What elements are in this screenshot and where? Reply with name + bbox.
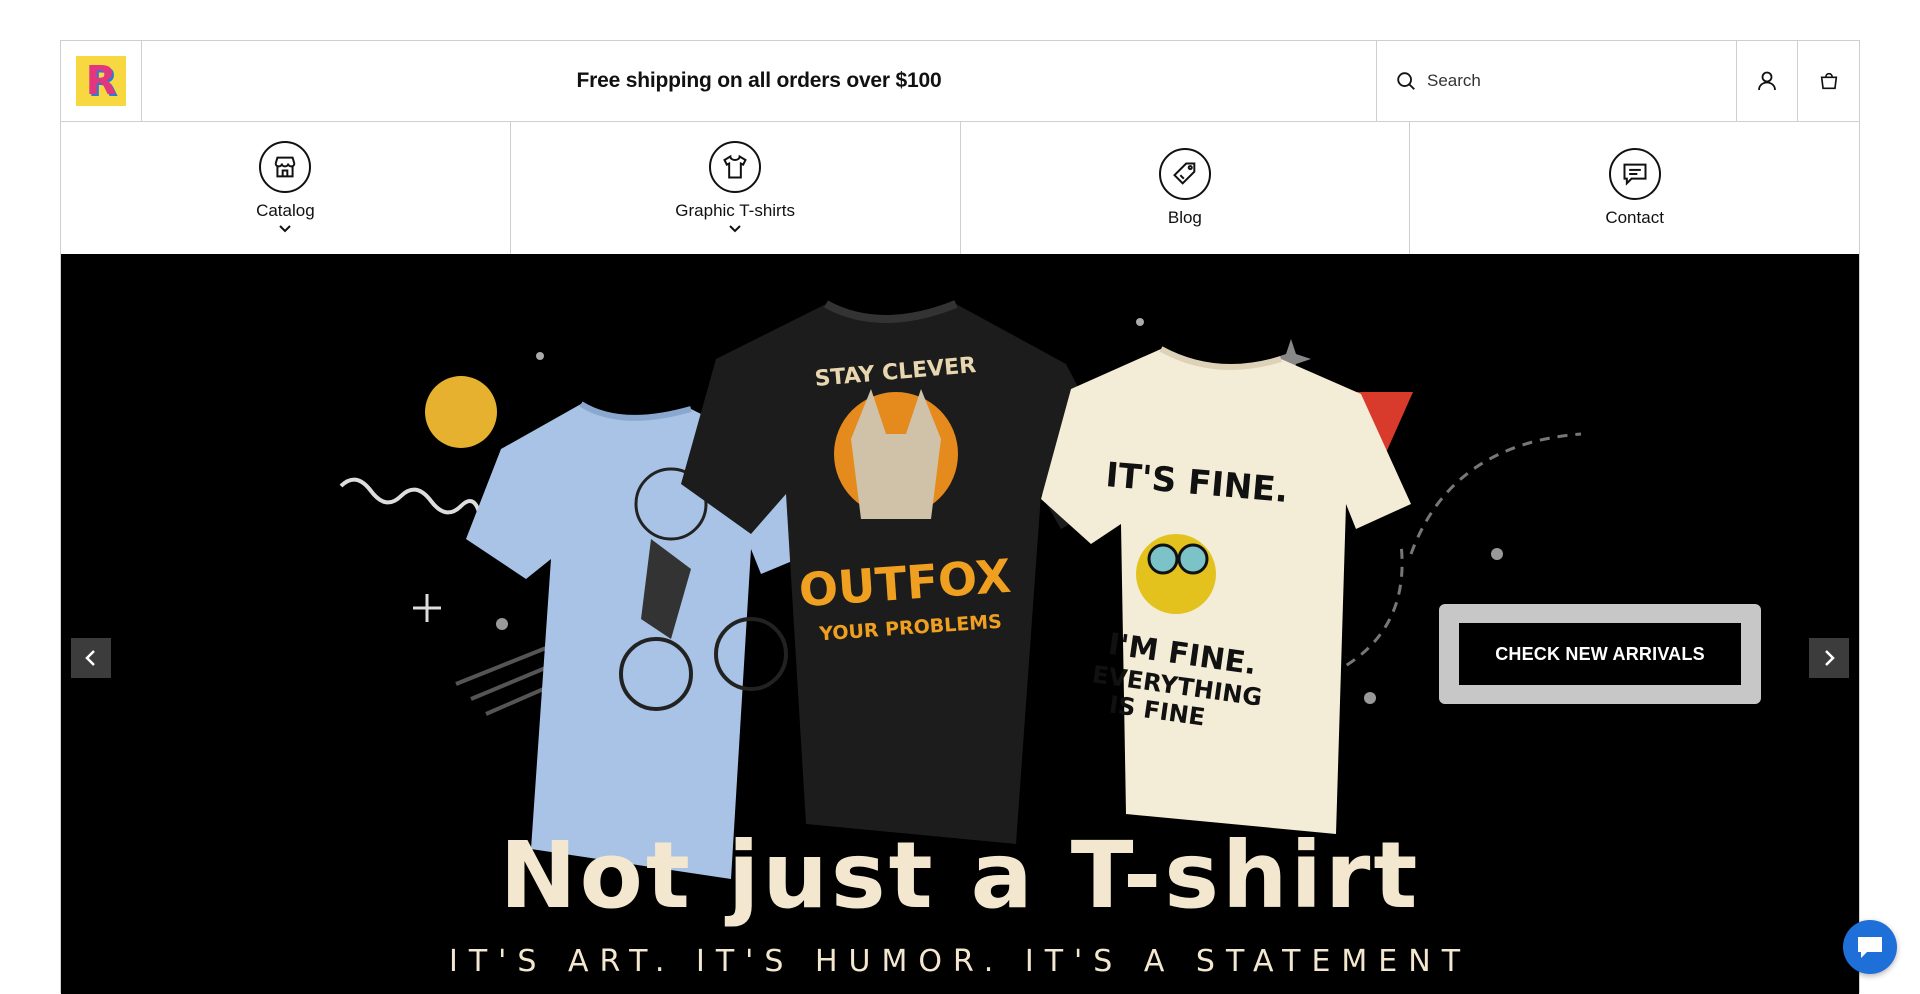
slider-next-button[interactable] bbox=[1809, 638, 1849, 678]
nav-item-contact[interactable]: Contact bbox=[1410, 122, 1859, 254]
nav-label-blog: Blog bbox=[1167, 208, 1202, 227]
nav-label-catalog: Catalog bbox=[256, 201, 315, 220]
chevron-down-icon bbox=[729, 225, 741, 233]
tag-icon bbox=[1158, 148, 1211, 200]
nav-item-catalog[interactable]: Catalog bbox=[61, 122, 511, 254]
cta-container: CHECK NEW ARRIVALS bbox=[1439, 604, 1761, 704]
hero-headline: Not just a T-shirt bbox=[499, 822, 1421, 929]
logo-link[interactable]: R bbox=[61, 41, 142, 121]
promo-banner: Free shipping on all orders over $100 bbox=[142, 41, 1377, 121]
chat-bubble-icon bbox=[1608, 148, 1661, 200]
hero-slider: STAY CLEVER OUTFOX YOUR PROBLEMS IT'S FI… bbox=[61, 254, 1859, 994]
search-placeholder: Search bbox=[1427, 71, 1481, 90]
storefront-icon bbox=[259, 141, 312, 193]
search-icon bbox=[1397, 72, 1415, 90]
search-field[interactable]: Search bbox=[1377, 41, 1737, 121]
shopping-bag-icon bbox=[1820, 72, 1837, 90]
category-nav: Catalog Graphic T-shirts Blog Contact bbox=[61, 122, 1859, 254]
nav-label-contact: Contact bbox=[1605, 208, 1664, 227]
chat-widget-button[interactable] bbox=[1843, 920, 1897, 974]
nav-label-graphic-tshirts: Graphic T-shirts bbox=[675, 201, 795, 220]
tshirt-icon bbox=[709, 141, 762, 193]
page-frame: R Free shipping on all orders over $100 … bbox=[60, 40, 1860, 994]
store-logo: R bbox=[76, 56, 126, 106]
check-new-arrivals-button[interactable]: CHECK NEW ARRIVALS bbox=[1459, 623, 1741, 685]
cart-button[interactable] bbox=[1798, 41, 1859, 121]
nav-item-blog[interactable]: Blog bbox=[961, 122, 1411, 254]
slider-prev-button[interactable] bbox=[71, 638, 111, 678]
account-button[interactable] bbox=[1737, 41, 1798, 121]
user-icon bbox=[1758, 71, 1776, 91]
chevron-left-icon bbox=[85, 650, 95, 666]
chat-icon bbox=[1858, 937, 1882, 958]
chevron-right-icon bbox=[1825, 650, 1835, 666]
header-bar: R Free shipping on all orders over $100 … bbox=[61, 41, 1859, 122]
nav-item-graphic-tshirts[interactable]: Graphic T-shirts bbox=[511, 122, 961, 254]
hero-tagline: IT'S ART. IT'S HUMOR. IT'S A STATEMENT bbox=[448, 944, 1472, 979]
chevron-down-icon bbox=[279, 225, 292, 233]
